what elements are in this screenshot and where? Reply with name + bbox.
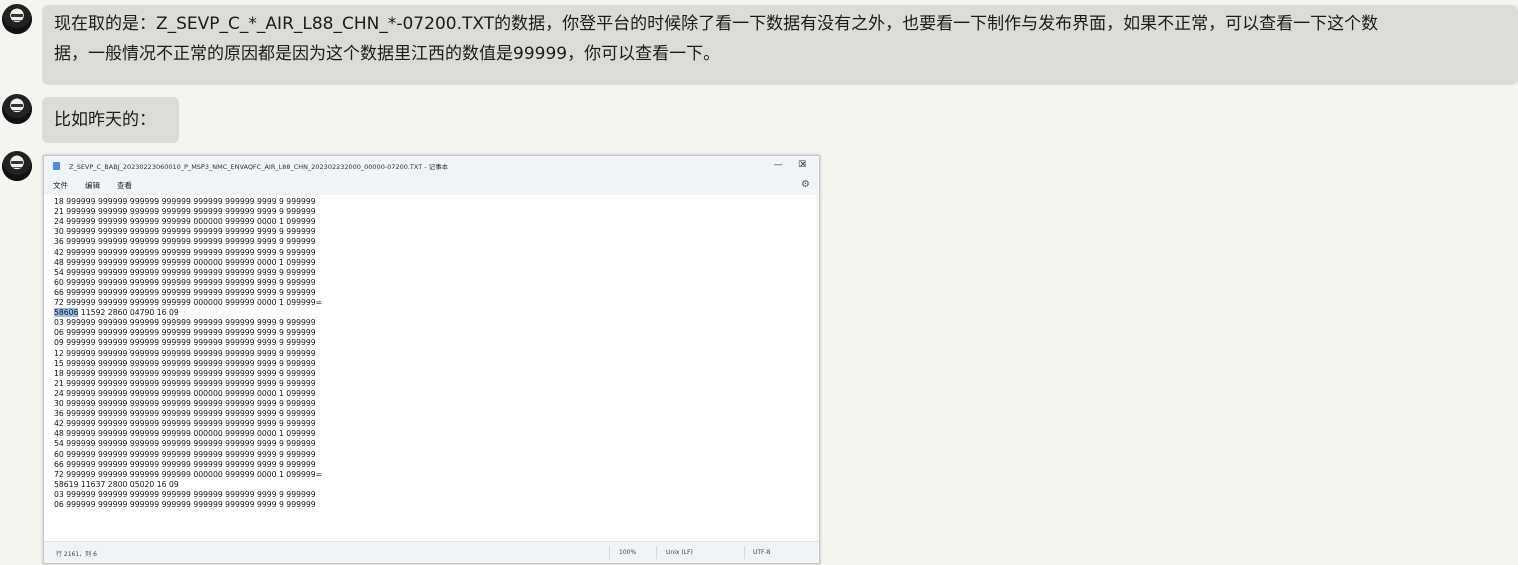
message-bubble: 比如昨天的： — [42, 97, 179, 143]
notepad-screenshot-image[interactable]: Z_SEVP_C_BABJ_20230223060010_P_MSP3_NMC_… — [43, 155, 820, 564]
minimize-icon: — — [773, 160, 783, 170]
message-text: 比如昨天的： — [54, 110, 156, 130]
scrollbar — [816, 195, 819, 542]
avatar[interactable] — [2, 151, 32, 181]
notepad-menubar: 文件 编辑 查看 ⚙ — [44, 175, 819, 195]
message-text-line: 据，一般情况不正常的原因都是因为这个数据里江西的数值是99999，你可以查看一下… — [54, 44, 721, 64]
avatar[interactable] — [2, 94, 32, 124]
notepad-title: Z_SEVP_C_BABJ_20230223060010_P_MSP3_NMC_… — [69, 162, 449, 171]
message-bubble: 现在取的是：Z_SEVP_C_*_AIR_L88_CHN_*-07200.TXT… — [42, 5, 1518, 85]
gear-icon: ⚙ — [801, 179, 810, 190]
menu-edit: 编辑 — [85, 180, 100, 190]
zoom-level: 100% — [619, 549, 637, 556]
line-ending: Unix (LF) — [666, 549, 693, 556]
encoding: UTF-8 — [753, 549, 771, 556]
cursor-position: 行 2161，列 6 — [56, 551, 97, 558]
avatar[interactable] — [2, 4, 32, 34]
text-selection: 58606 — [54, 308, 79, 318]
notepad-app-icon — [53, 161, 60, 170]
notepad-statusbar: 行 2161，列 6 100% Unix (LF) UTF-8 — [44, 541, 819, 563]
notepad-text-area: 18 999999 999999 999999 999999 999999 99… — [44, 195, 819, 542]
menu-file: 文件 — [53, 180, 68, 190]
text-line: 06 999999 999999 999999 999999 999999 99… — [54, 500, 316, 509]
notepad-titlebar: Z_SEVP_C_BABJ_20230223060010_P_MSP3_NMC_… — [44, 156, 819, 175]
message-text-line: 现在取的是：Z_SEVP_C_*_AIR_L88_CHN_*-07200.TXT… — [54, 14, 1379, 34]
close-icon: ✕ — [799, 160, 807, 170]
menu-view: 查看 — [117, 180, 132, 190]
